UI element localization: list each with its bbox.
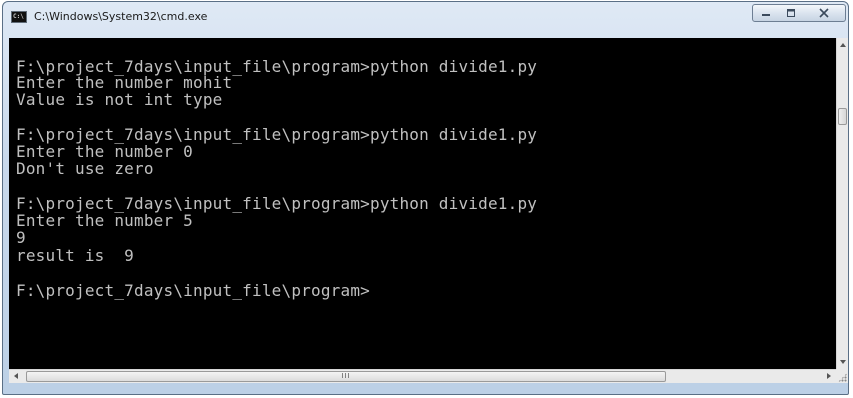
console-line: result is 9 — [16, 246, 134, 265]
scroll-right-arrow-icon[interactable] — [827, 373, 831, 379]
cmd-app-icon[interactable]: C:\ — [11, 11, 27, 23]
title-bar[interactable]: C:\ C:\Windows\System32\cmd.exe — [3, 2, 848, 32]
console-line: Enter the number 5 — [16, 211, 193, 230]
maximize-icon — [786, 9, 795, 17]
scroll-left-arrow-icon[interactable] — [14, 373, 18, 379]
vertical-scroll-thumb[interactable] — [838, 108, 847, 125]
close-icon — [819, 8, 829, 18]
resize-corner[interactable] — [836, 369, 848, 383]
minimize-button[interactable] — [752, 4, 779, 22]
horizontal-scrollbar[interactable]: III — [9, 369, 836, 383]
resize-grip-icon[interactable] — [838, 373, 847, 382]
console-output[interactable]: F:\project_7days\input_file\program>pyth… — [9, 38, 836, 369]
scroll-down-arrow-icon[interactable] — [840, 360, 846, 364]
horizontal-scroll-thumb[interactable]: III — [26, 371, 666, 382]
maximize-button[interactable] — [778, 4, 804, 22]
console-line: Don't use zero — [16, 159, 154, 178]
vertical-scrollbar[interactable] — [836, 38, 848, 369]
close-button[interactable] — [803, 4, 846, 22]
console-line: 9 — [16, 228, 26, 247]
console-line: Value is not int type — [16, 90, 223, 109]
console-line: F:\project_7days\input_file\program> — [16, 281, 370, 300]
scroll-up-arrow-icon[interactable] — [840, 43, 846, 47]
scroll-grip-icon: III — [341, 372, 351, 380]
window-title: C:\Windows\System32\cmd.exe — [34, 10, 208, 23]
minimize-icon — [761, 14, 770, 16]
